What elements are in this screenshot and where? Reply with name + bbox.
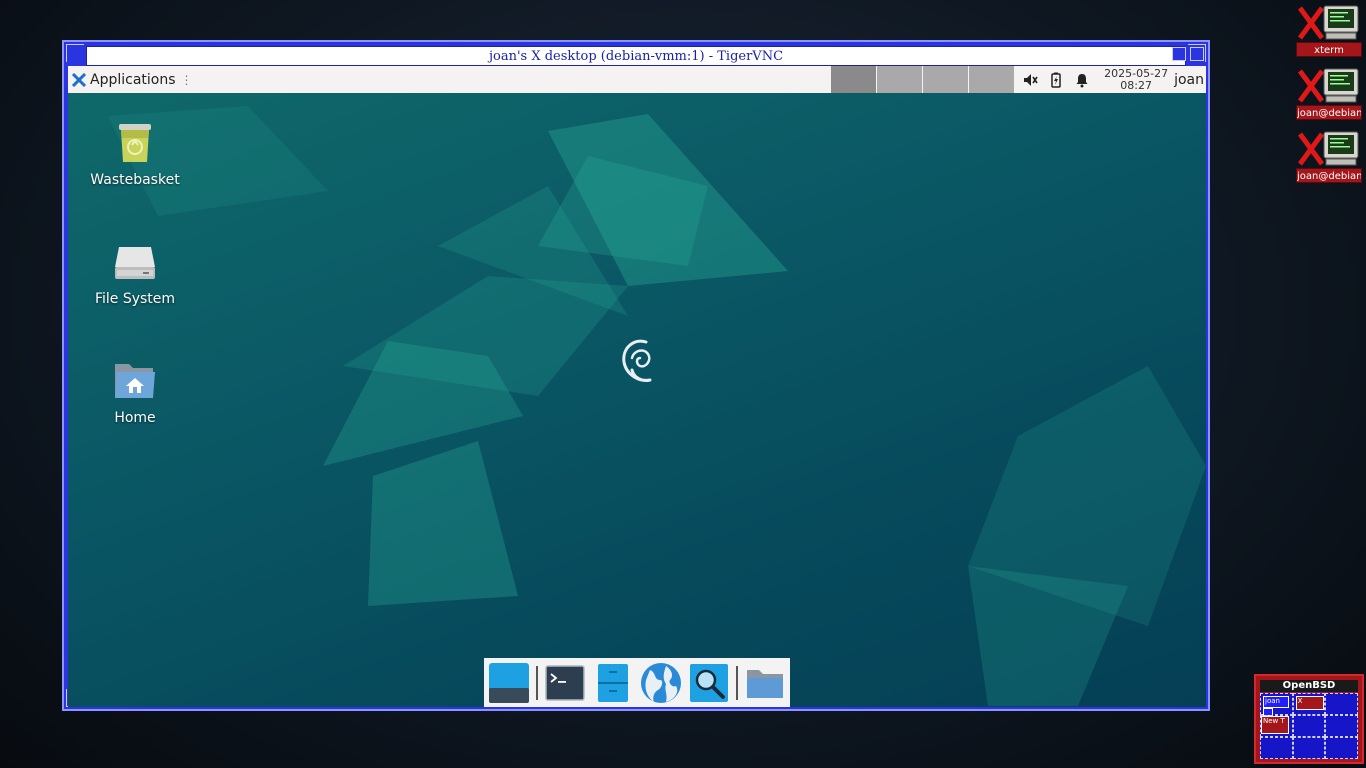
dock-folder[interactable] xyxy=(744,661,786,705)
pager-desk-4[interactable]: New T xyxy=(1260,715,1293,737)
trash-icon xyxy=(119,124,151,162)
pager-desk-7[interactable] xyxy=(1260,737,1293,759)
applications-label: Applications xyxy=(90,71,176,88)
pager-window[interactable]: X xyxy=(1295,696,1324,710)
workspace-switcher xyxy=(830,66,1015,93)
system-tray xyxy=(1014,66,1098,93)
pager-desk-3[interactable] xyxy=(1325,693,1358,715)
terminal-icon xyxy=(545,664,585,701)
workspace-1[interactable] xyxy=(831,66,877,93)
xterm-computer-icon xyxy=(1297,131,1359,166)
dock-app-finder[interactable] xyxy=(688,661,730,705)
window-title: joan's X desktop (debian-vmm:1) - TigerV… xyxy=(488,48,784,64)
desktop-icon-home[interactable]: Home xyxy=(85,356,185,426)
dock-separator xyxy=(536,665,538,700)
pager-window[interactable]: New T xyxy=(1261,716,1289,734)
clock-date: 2025-05-27 xyxy=(1104,66,1169,80)
dock-terminal[interactable] xyxy=(544,661,586,705)
desktop-pager[interactable]: OpenBSD joan X New T xyxy=(1254,674,1364,764)
vnc-window[interactable]: joan's X desktop (debian-vmm:1) - TigerV… xyxy=(62,40,1210,711)
launcher-joan-debian-2[interactable]: joan@debian xyxy=(1296,130,1362,183)
clock-time: 08:27 xyxy=(1120,78,1152,92)
magnifier-icon xyxy=(690,663,729,702)
workspace-3[interactable] xyxy=(923,66,969,93)
file-cabinet-icon xyxy=(597,663,628,702)
dock-show-desktop[interactable] xyxy=(488,661,530,705)
debian-logo-icon xyxy=(622,339,652,382)
maximize-button[interactable] xyxy=(1190,47,1204,61)
xfce-logo-icon xyxy=(72,72,86,87)
launcher-label: xterm xyxy=(1296,42,1362,57)
desktop-icon-label: Home xyxy=(114,410,156,426)
pager-desk-6[interactable] xyxy=(1325,715,1358,737)
iconify-button[interactable] xyxy=(1172,47,1186,61)
desktop-icon-wastebasket[interactable]: Wastebasket xyxy=(85,118,185,188)
pager-desk-5[interactable] xyxy=(1292,715,1326,737)
pager-title: OpenBSD xyxy=(1260,680,1358,692)
top-panel: Applications ⋮ 2025-05-27 08:27 joan xyxy=(68,66,1206,93)
pager-desk-2[interactable]: X xyxy=(1292,693,1326,715)
desktop-icon-label: Wastebasket xyxy=(90,172,180,188)
battery-charging-icon[interactable] xyxy=(1048,72,1064,88)
dock-file-manager[interactable] xyxy=(592,661,634,705)
workspace-2[interactable] xyxy=(877,66,923,93)
xterm-computer-icon xyxy=(1297,68,1359,103)
folder-icon xyxy=(746,669,783,698)
window-titlebar[interactable]: joan's X desktop (debian-vmm:1) - TigerV… xyxy=(86,46,1186,66)
desktop-icon-label: File System xyxy=(94,291,176,307)
volume-muted-icon[interactable] xyxy=(1022,72,1038,88)
globe-icon xyxy=(641,662,682,703)
home-folder-icon xyxy=(115,364,155,398)
dock-separator xyxy=(736,665,738,700)
pager-grid: joan X New T xyxy=(1260,693,1358,759)
remote-desktop[interactable]: Applications ⋮ 2025-05-27 08:27 joan Was… xyxy=(68,66,1206,707)
drive-icon xyxy=(115,247,155,279)
dock-web-browser[interactable] xyxy=(640,661,682,705)
xterm-computer-icon xyxy=(1297,5,1359,40)
panel-handle-icon[interactable]: ⋮ xyxy=(181,73,193,87)
launcher-joan-debian-1[interactable]: joan@debian xyxy=(1296,67,1362,120)
pager-desk-8[interactable] xyxy=(1292,737,1326,759)
launcher-label: joan@debian xyxy=(1296,168,1362,183)
launcher-label: joan@debian xyxy=(1296,105,1362,120)
frame-corner[interactable] xyxy=(66,44,84,62)
panel-clock[interactable]: 2025-05-27 08:27 xyxy=(1098,66,1174,92)
desktop-icon-filesystem[interactable]: File System xyxy=(85,237,185,307)
applications-menu[interactable]: Applications ⋮ xyxy=(68,66,193,93)
dock-panel xyxy=(484,658,790,707)
launcher-xterm[interactable]: xterm xyxy=(1296,4,1362,57)
pager-desk-1[interactable]: joan xyxy=(1260,693,1293,716)
pager-window[interactable]: joan xyxy=(1263,696,1289,708)
wallpaper xyxy=(108,106,1206,706)
show-desktop-icon xyxy=(489,662,530,703)
pager-desk-9[interactable] xyxy=(1325,737,1358,759)
panel-user-menu[interactable]: joan xyxy=(1174,72,1206,88)
workspace-4[interactable] xyxy=(969,66,1015,93)
notification-bell-icon[interactable] xyxy=(1074,72,1090,88)
